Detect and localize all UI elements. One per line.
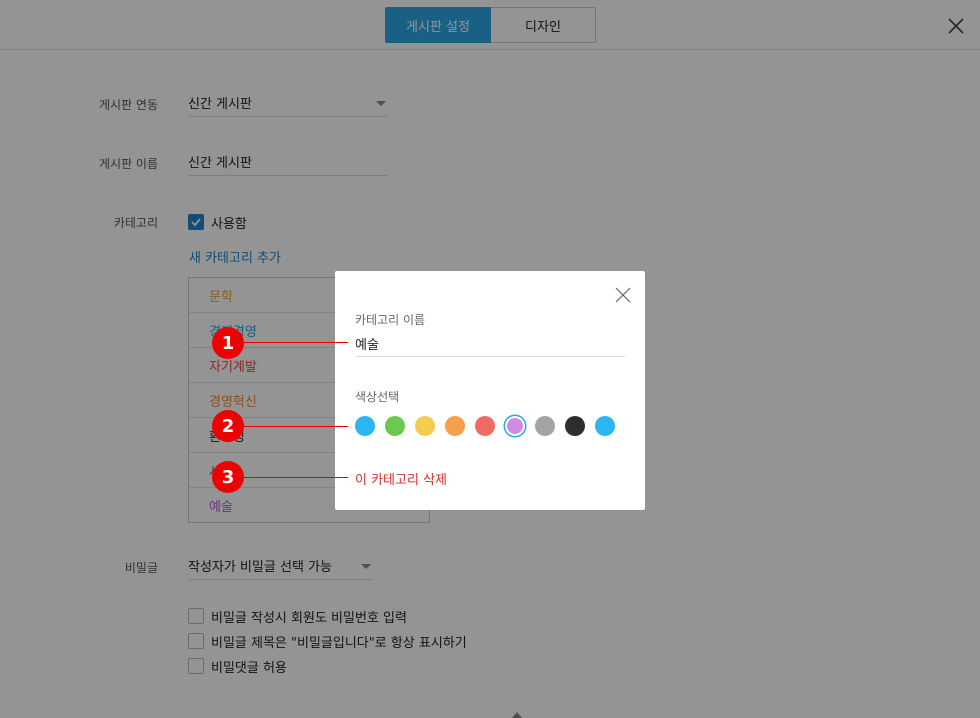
- color-swatch[interactable]: [535, 416, 555, 436]
- color-swatch-selected[interactable]: [507, 418, 523, 434]
- color-swatch[interactable]: [355, 416, 375, 436]
- color-swatch[interactable]: [565, 416, 585, 436]
- color-swatch[interactable]: [475, 416, 495, 436]
- callout-line: [228, 426, 348, 427]
- callout-badge-3: 3: [212, 461, 244, 493]
- callout-badge-2: 2: [212, 410, 244, 442]
- color-swatch[interactable]: [595, 416, 615, 436]
- callout-line: [228, 477, 348, 478]
- color-swatch[interactable]: [385, 416, 405, 436]
- delete-category-link[interactable]: 이 카테고리 삭제: [355, 469, 447, 488]
- category-name-label: 카테고리 이름: [355, 313, 426, 327]
- color-swatch[interactable]: [445, 416, 465, 436]
- color-swatch[interactable]: [415, 416, 435, 436]
- close-icon[interactable]: [615, 287, 631, 303]
- callout-line: [228, 342, 348, 343]
- category-edit-modal: 카테고리 이름 색상선택 이 카테고리 삭제: [335, 271, 645, 510]
- category-name-input[interactable]: [355, 330, 625, 357]
- color-select-label: 색상선택: [355, 390, 400, 404]
- color-swatches: [355, 416, 625, 436]
- callout-badge-1: 1: [212, 327, 244, 359]
